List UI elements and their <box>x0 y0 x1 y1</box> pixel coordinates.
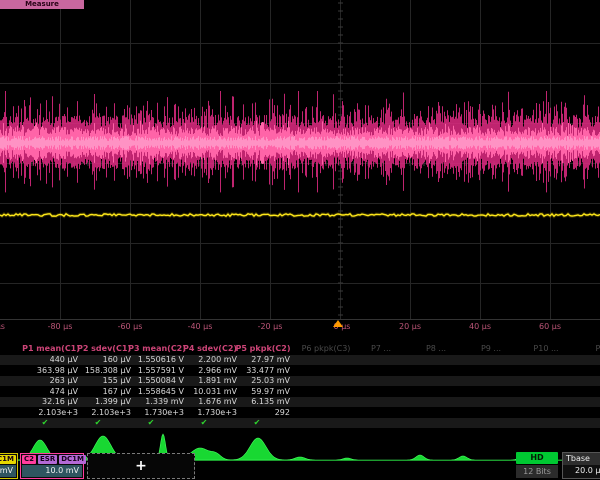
trigger-time-marker-icon[interactable] <box>333 320 343 327</box>
channel-descriptor-c1[interactable]: DC1M 0 mV <box>0 453 18 479</box>
table-cell-sdev: 6.135 mV <box>237 397 290 407</box>
table-cell-max: 167 µV <box>78 387 131 397</box>
param-header[interactable]: P4 sdev(C2) <box>183 344 237 353</box>
oscilloscope-screen: Measure -100 µs -80 µs -60 µs -40 µs -20 µs 0… <box>0 0 600 480</box>
hd-mode-badge[interactable]: HD <box>516 452 558 464</box>
timebase-title: Tbase <box>563 453 600 465</box>
param-header-inactive[interactable]: P6 pkpk(C3) <box>302 344 351 353</box>
table-cell-value: 27.97 mV <box>237 355 290 365</box>
param-header-inactive[interactable]: P10 ... <box>533 344 558 353</box>
table-cell-min: 1.891 mV <box>184 376 237 386</box>
timebase-descriptor[interactable]: Tbase 20.0 µs <box>562 452 600 479</box>
time-axis-label: -60 µs <box>118 322 143 331</box>
table-cell-max: 1.558645 V <box>131 387 184 397</box>
table-cell-mean: 363.98 µV <box>25 366 78 376</box>
status-check-icon: ✔ <box>148 418 155 428</box>
param-header-inactive[interactable]: P7 ... <box>371 344 391 353</box>
table-cell-mean: 2.966 mV <box>184 366 237 376</box>
timebase-value: 20.0 µs <box>575 465 600 477</box>
time-axis-label: 60 µs <box>539 322 561 331</box>
table-cell-max: 59.97 mV <box>237 387 290 397</box>
time-axis-label: -100 µs <box>0 322 5 331</box>
table-cell-sdev: 1.339 mV <box>131 397 184 407</box>
status-check-icon: ✔ <box>42 418 49 428</box>
table-cell-num: 2.103e+3 <box>25 408 78 418</box>
table-row-stripe <box>0 418 600 428</box>
c2-coupling-badge: DC1M <box>59 455 86 464</box>
table-cell-min: 155 µV <box>78 376 131 386</box>
table-cell-sdev: 1.676 mV <box>184 397 237 407</box>
table-cell-mean: 158.308 µV <box>78 366 131 376</box>
table-cell-num: 292 <box>237 408 290 418</box>
trace-c2-bright <box>1 136 600 150</box>
hd-bits-label: 12 Bits <box>516 465 558 478</box>
status-check-icon: ✔ <box>254 418 261 428</box>
table-cell-value: 2.200 mV <box>184 355 237 365</box>
table-cell-value: 160 µV <box>78 355 131 365</box>
c1-coupling-badge: DC1M <box>0 455 16 464</box>
channel-descriptor-c2[interactable]: C2 ESR DC1M 10.0 mV <box>20 453 84 479</box>
param-header[interactable]: P3 mean(C2) <box>128 344 186 353</box>
table-cell-num: 1.730e+3 <box>131 408 184 418</box>
c1-volts-per-div: 0 mV <box>0 465 16 477</box>
table-cell-min: 263 µV <box>25 376 78 386</box>
status-check-icon: ✔ <box>201 418 208 428</box>
c2-volts-per-div: 10.0 mV <box>22 465 82 477</box>
param-header[interactable]: P1 mean(C1) <box>22 344 80 353</box>
c2-channel-badge: C2 <box>22 455 36 464</box>
time-axis-label: -80 µs <box>48 322 73 331</box>
param-header[interactable]: P5 pkpk(C2) <box>235 344 290 353</box>
table-cell-num: 2.103e+3 <box>78 408 131 418</box>
plus-icon: + <box>135 458 147 474</box>
time-axis-label: 40 µs <box>469 322 491 331</box>
table-cell-max: 474 µV <box>25 387 78 397</box>
time-axis-label: -40 µs <box>188 322 213 331</box>
add-trace-box[interactable]: + <box>87 453 195 479</box>
table-cell-value: 1.550616 V <box>131 355 184 365</box>
table-cell-mean: 33.477 mV <box>237 366 290 376</box>
time-axis-label: -20 µs <box>258 322 283 331</box>
status-check-icon: ✔ <box>95 418 102 428</box>
table-cell-min: 1.550084 V <box>131 376 184 386</box>
param-header[interactable]: P2 sdev(C1) <box>77 344 131 353</box>
active-menu-tag[interactable]: Measure <box>0 0 84 9</box>
time-axis-label: 20 µs <box>399 322 421 331</box>
param-header-inactive[interactable]: P8 ... <box>426 344 446 353</box>
table-cell-sdev: 32.16 µV <box>25 397 78 407</box>
table-cell-min: 25.03 mV <box>237 376 290 386</box>
param-header-inactive[interactable]: P9 ... <box>481 344 501 353</box>
table-cell-num: 1.730e+3 <box>184 408 237 418</box>
c2-esr-badge: ESR <box>38 455 57 464</box>
table-cell-mean: 1.557591 V <box>131 366 184 376</box>
table-cell-value: 440 µV <box>25 355 78 365</box>
table-cell-max: 10.031 mV <box>184 387 237 397</box>
table-cell-sdev: 1.399 µV <box>78 397 131 407</box>
param-header-inactive[interactable]: P11 <box>595 344 600 353</box>
